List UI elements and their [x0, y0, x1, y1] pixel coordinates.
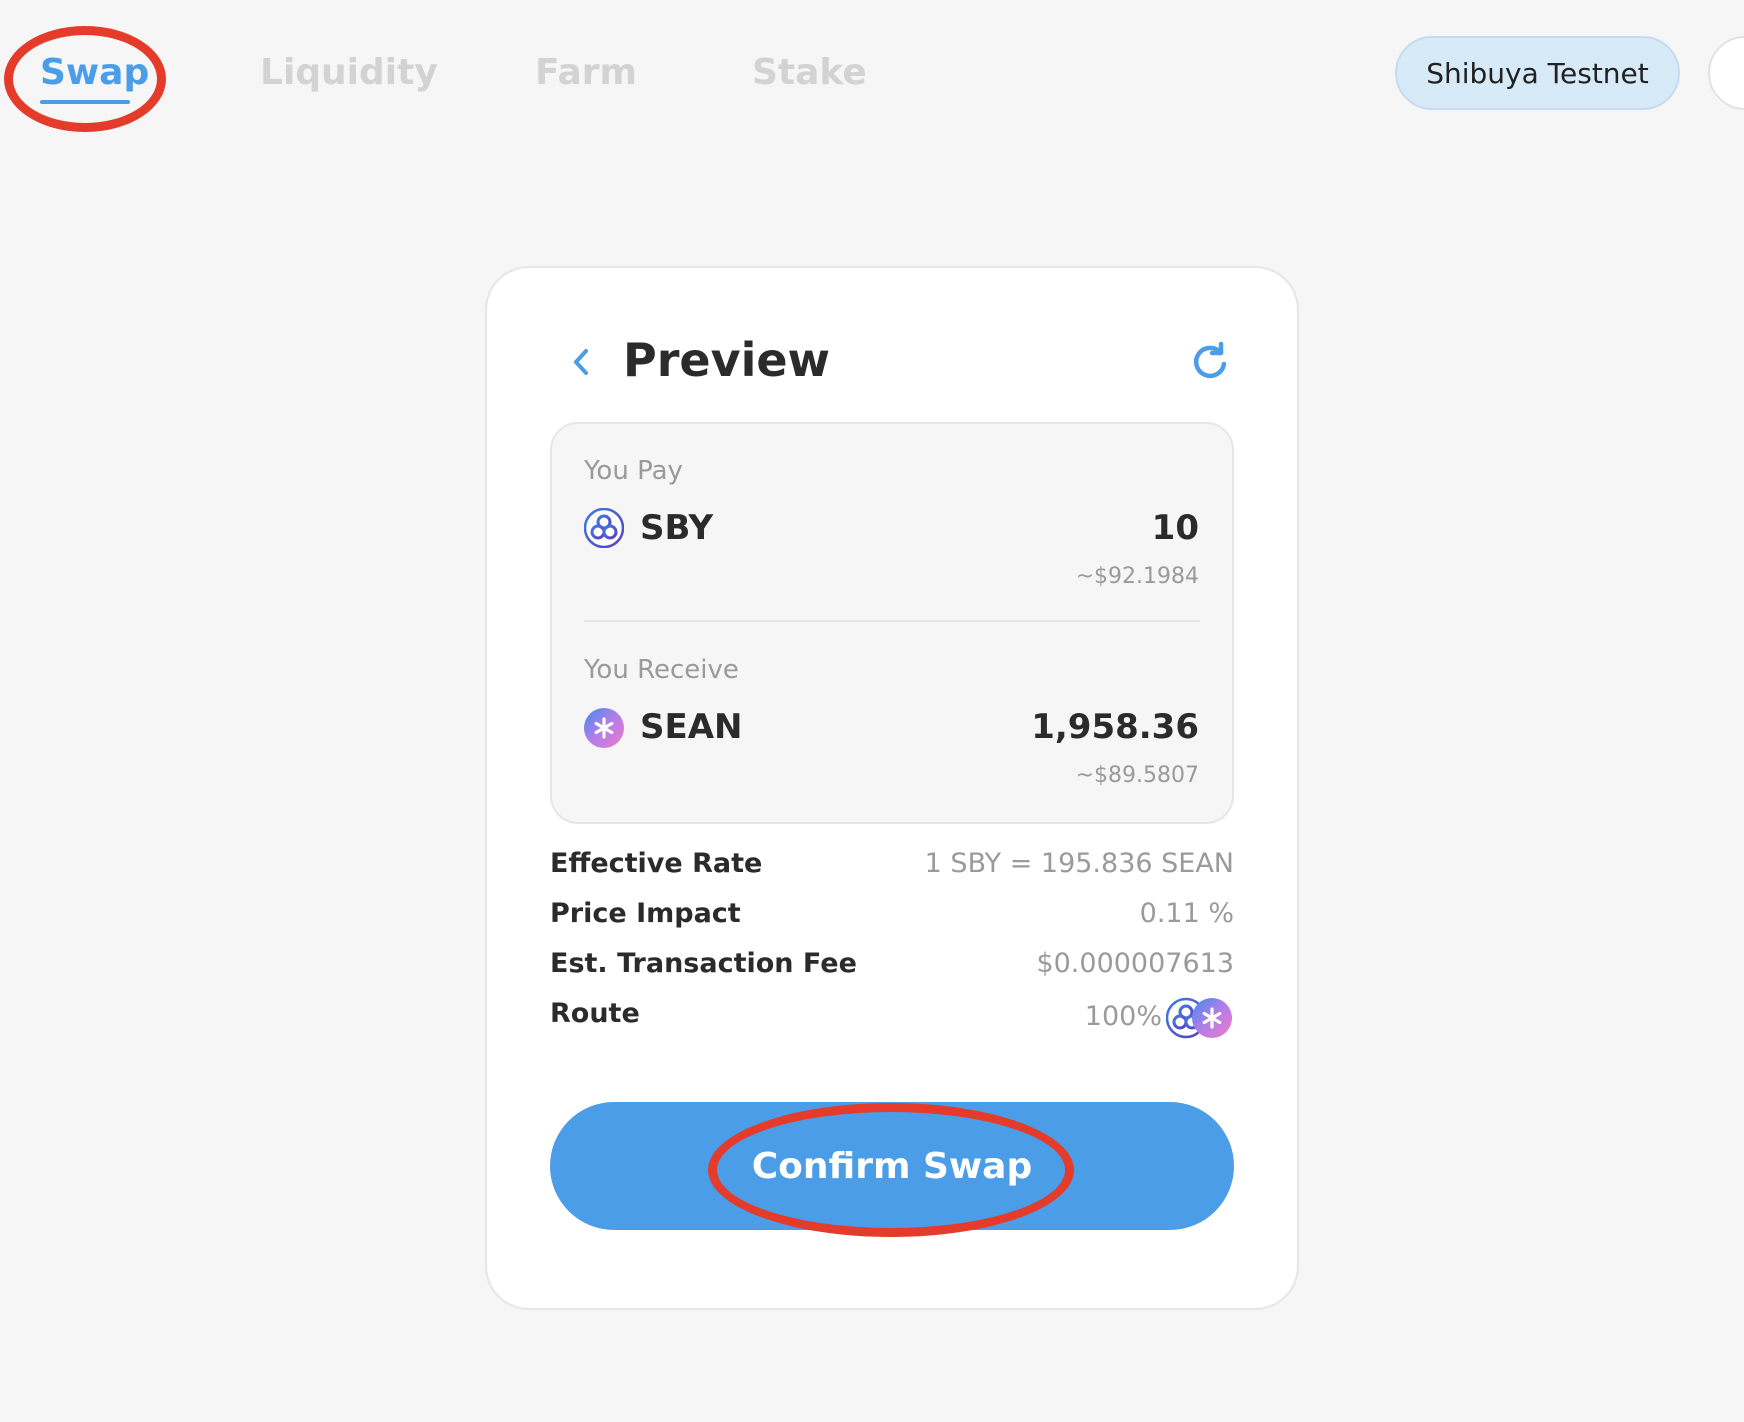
divider [584, 620, 1200, 622]
refresh-button[interactable] [1188, 340, 1232, 384]
pay-usd-value: ~$92.1984 [1075, 564, 1199, 589]
network-selector-button[interactable]: Shibuya Testnet [1395, 36, 1680, 110]
confirm-swap-button[interactable]: Confirm Swap [550, 1102, 1234, 1230]
nav-tab-liquidity[interactable]: Liquidity [260, 52, 438, 93]
nav-tab-stake[interactable]: Stake [752, 52, 867, 93]
sby-token-icon [584, 508, 624, 548]
pay-token-name: SBY [640, 508, 714, 548]
wallet-button[interactable] [1708, 36, 1744, 110]
nav-tab-farm[interactable]: Farm [535, 52, 637, 93]
receive-label: You Receive [584, 655, 739, 685]
back-button[interactable] [563, 340, 599, 384]
route-value: 100% [1084, 1001, 1162, 1032]
receive-amount: 1,958.36 [1031, 707, 1199, 747]
network-label: Shibuya Testnet [1426, 56, 1649, 90]
page-title: Preview [623, 333, 831, 387]
pay-amount: 10 [1151, 508, 1199, 548]
refresh-icon [1193, 341, 1227, 379]
fee-label: Est. Transaction Fee [550, 948, 857, 979]
price-impact-value: 0.11 % [1139, 898, 1234, 929]
fee-value: $0.000007613 [1036, 948, 1234, 979]
route-label: Route [550, 998, 640, 1029]
receive-usd-value: ~$89.5807 [1075, 763, 1199, 788]
effective-rate-value: 1 SBY = 195.836 SEAN [924, 848, 1234, 879]
sean-token-icon [584, 708, 624, 748]
receive-token-name: SEAN [640, 707, 743, 747]
nav-tab-swap[interactable]: Swap [40, 52, 149, 93]
price-impact-label: Price Impact [550, 898, 741, 929]
chevron-left-icon [574, 349, 588, 375]
effective-rate-label: Effective Rate [550, 848, 763, 879]
pay-label: You Pay [584, 456, 683, 486]
nav-tab-swap-underline [40, 100, 130, 104]
route-token-icons [1166, 997, 1232, 1039]
